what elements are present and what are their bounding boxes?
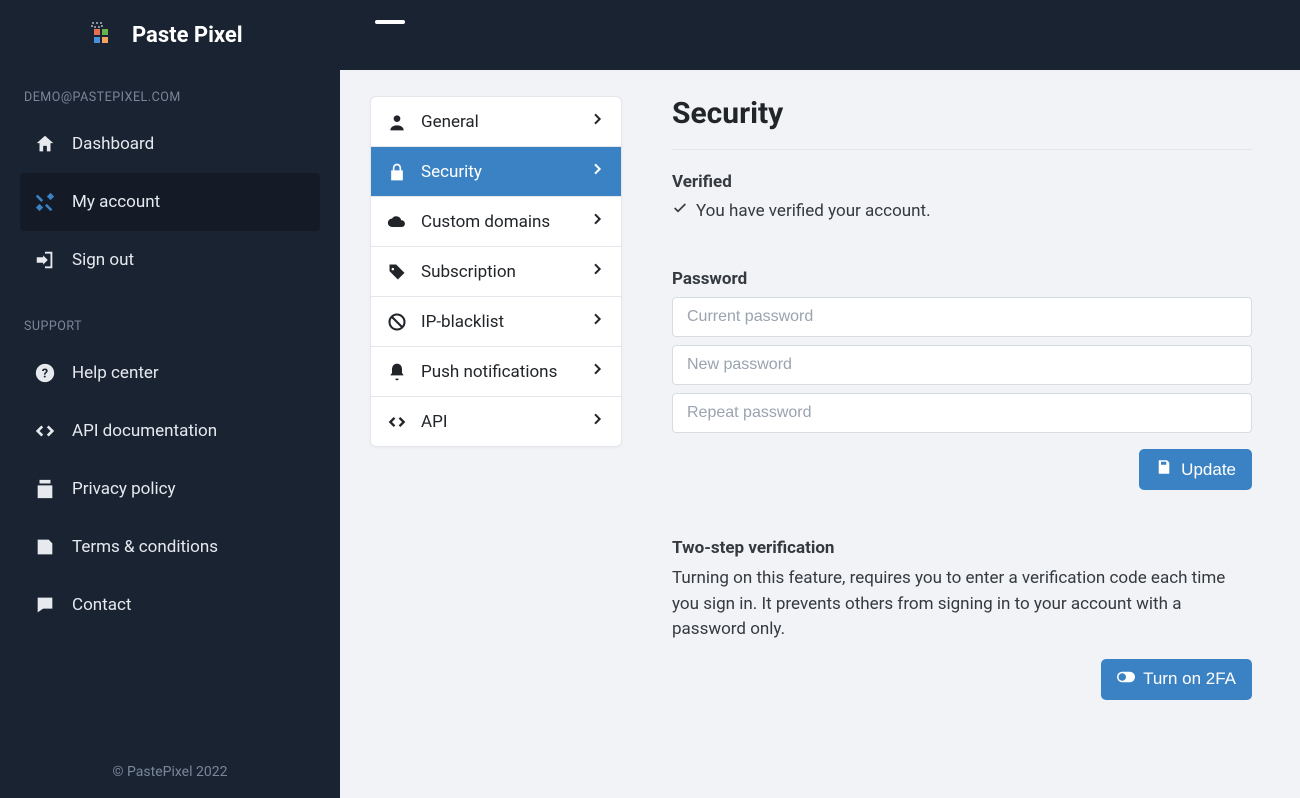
sidebar: DEMO@PASTEPIXEL.COM Dashboard My account…	[0, 70, 340, 798]
brand[interactable]: Paste Pixel	[0, 21, 340, 49]
settings-content: Security Verified You have verified your…	[672, 96, 1252, 700]
current-password-input[interactable]	[672, 297, 1252, 337]
chevron-right-icon	[589, 161, 605, 182]
update-button-label: Update	[1181, 460, 1236, 480]
svg-text:?: ?	[42, 367, 48, 382]
chevron-right-icon	[589, 311, 605, 332]
user-email-label: DEMO@PASTEPIXEL.COM	[24, 90, 320, 105]
check-icon	[672, 200, 688, 221]
chevron-right-icon	[589, 411, 605, 432]
sidebar-item-label: My account	[72, 192, 160, 212]
sidebar-item-label: Terms & conditions	[72, 537, 218, 557]
sidebar-item-terms[interactable]: Terms & conditions	[20, 518, 320, 576]
verified-heading: Verified	[672, 172, 1252, 192]
wrench-icon	[34, 191, 56, 213]
repeat-password-input[interactable]	[672, 393, 1252, 433]
settings-subnav: General Security Custom domains Subscrip…	[370, 96, 622, 447]
tag-icon	[387, 262, 407, 282]
lock-icon	[387, 162, 407, 182]
brand-logo-icon	[90, 21, 118, 49]
sidebar-item-api-docs[interactable]: API documentation	[20, 402, 320, 460]
new-password-input[interactable]	[672, 345, 1252, 385]
sidebar-item-privacy[interactable]: Privacy policy	[20, 460, 320, 518]
verified-text: You have verified your account.	[696, 201, 931, 221]
twofa-button-label: Turn on 2FA	[1143, 669, 1236, 689]
sidebar-item-help-center[interactable]: ? Help center	[20, 344, 320, 402]
verified-section: Verified You have verified your account.	[672, 172, 1252, 221]
user-icon	[387, 112, 407, 132]
subnav-label: IP-blacklist	[421, 312, 504, 332]
subnav-ip-blacklist[interactable]: IP-blacklist	[371, 297, 621, 347]
subnav-label: General	[421, 112, 479, 132]
brand-name: Paste Pixel	[132, 23, 243, 48]
subnav-push-notifications[interactable]: Push notifications	[371, 347, 621, 397]
chevron-right-icon	[589, 211, 605, 232]
subnav-api[interactable]: API	[371, 397, 621, 446]
terms-icon	[34, 536, 56, 558]
sidebar-item-dashboard[interactable]: Dashboard	[20, 115, 320, 173]
topbar: Paste Pixel	[0, 0, 1300, 70]
subnav-general[interactable]: General	[371, 97, 621, 147]
question-icon: ?	[34, 362, 56, 384]
subnav-label: API	[421, 412, 447, 432]
footer-copyright: © PastePixel 2022	[20, 750, 320, 798]
chevron-right-icon	[589, 361, 605, 382]
support-section-label: SUPPORT	[24, 319, 320, 334]
twofa-section: Two-step verification Turning on this fe…	[672, 538, 1252, 700]
subnav-custom-domains[interactable]: Custom domains	[371, 197, 621, 247]
turn-on-2fa-button[interactable]: Turn on 2FA	[1101, 659, 1252, 700]
save-icon	[1155, 458, 1173, 481]
bell-icon	[387, 362, 407, 382]
subnav-label: Security	[421, 162, 482, 182]
sidebar-item-label: Privacy policy	[72, 479, 176, 499]
code-icon	[34, 420, 56, 442]
chat-icon	[34, 594, 56, 616]
sign-out-icon	[34, 249, 56, 271]
chevron-right-icon	[589, 111, 605, 132]
subnav-label: Subscription	[421, 262, 516, 282]
twofa-description: Turning on this feature, requires you to…	[672, 566, 1252, 643]
sidebar-item-label: Sign out	[72, 250, 134, 270]
privacy-icon	[34, 478, 56, 500]
password-heading: Password	[672, 269, 1252, 289]
subnav-security[interactable]: Security	[371, 147, 621, 197]
toggle-icon	[1117, 668, 1135, 691]
verified-status: You have verified your account.	[672, 200, 1252, 221]
sidebar-item-contact[interactable]: Contact	[20, 576, 320, 634]
code-icon	[387, 412, 407, 432]
subnav-label: Custom domains	[421, 212, 550, 232]
password-section: Password Update	[672, 269, 1252, 490]
chevron-right-icon	[589, 261, 605, 282]
sidebar-item-label: Dashboard	[72, 134, 154, 154]
menu-toggle-icon[interactable]	[375, 20, 405, 24]
cloud-icon	[387, 212, 407, 232]
sidebar-item-my-account[interactable]: My account	[20, 173, 320, 231]
main-content: General Security Custom domains Subscrip…	[340, 70, 1300, 798]
update-password-button[interactable]: Update	[1139, 449, 1252, 490]
subnav-subscription[interactable]: Subscription	[371, 247, 621, 297]
sidebar-item-label: Help center	[72, 363, 159, 383]
sidebar-item-label: Contact	[72, 595, 131, 615]
sidebar-item-label: API documentation	[72, 421, 217, 441]
ban-icon	[387, 312, 407, 332]
sidebar-item-sign-out[interactable]: Sign out	[20, 231, 320, 289]
twofa-heading: Two-step verification	[672, 538, 1252, 558]
page-title: Security	[672, 96, 1252, 150]
subnav-label: Push notifications	[421, 362, 557, 382]
home-icon	[34, 133, 56, 155]
